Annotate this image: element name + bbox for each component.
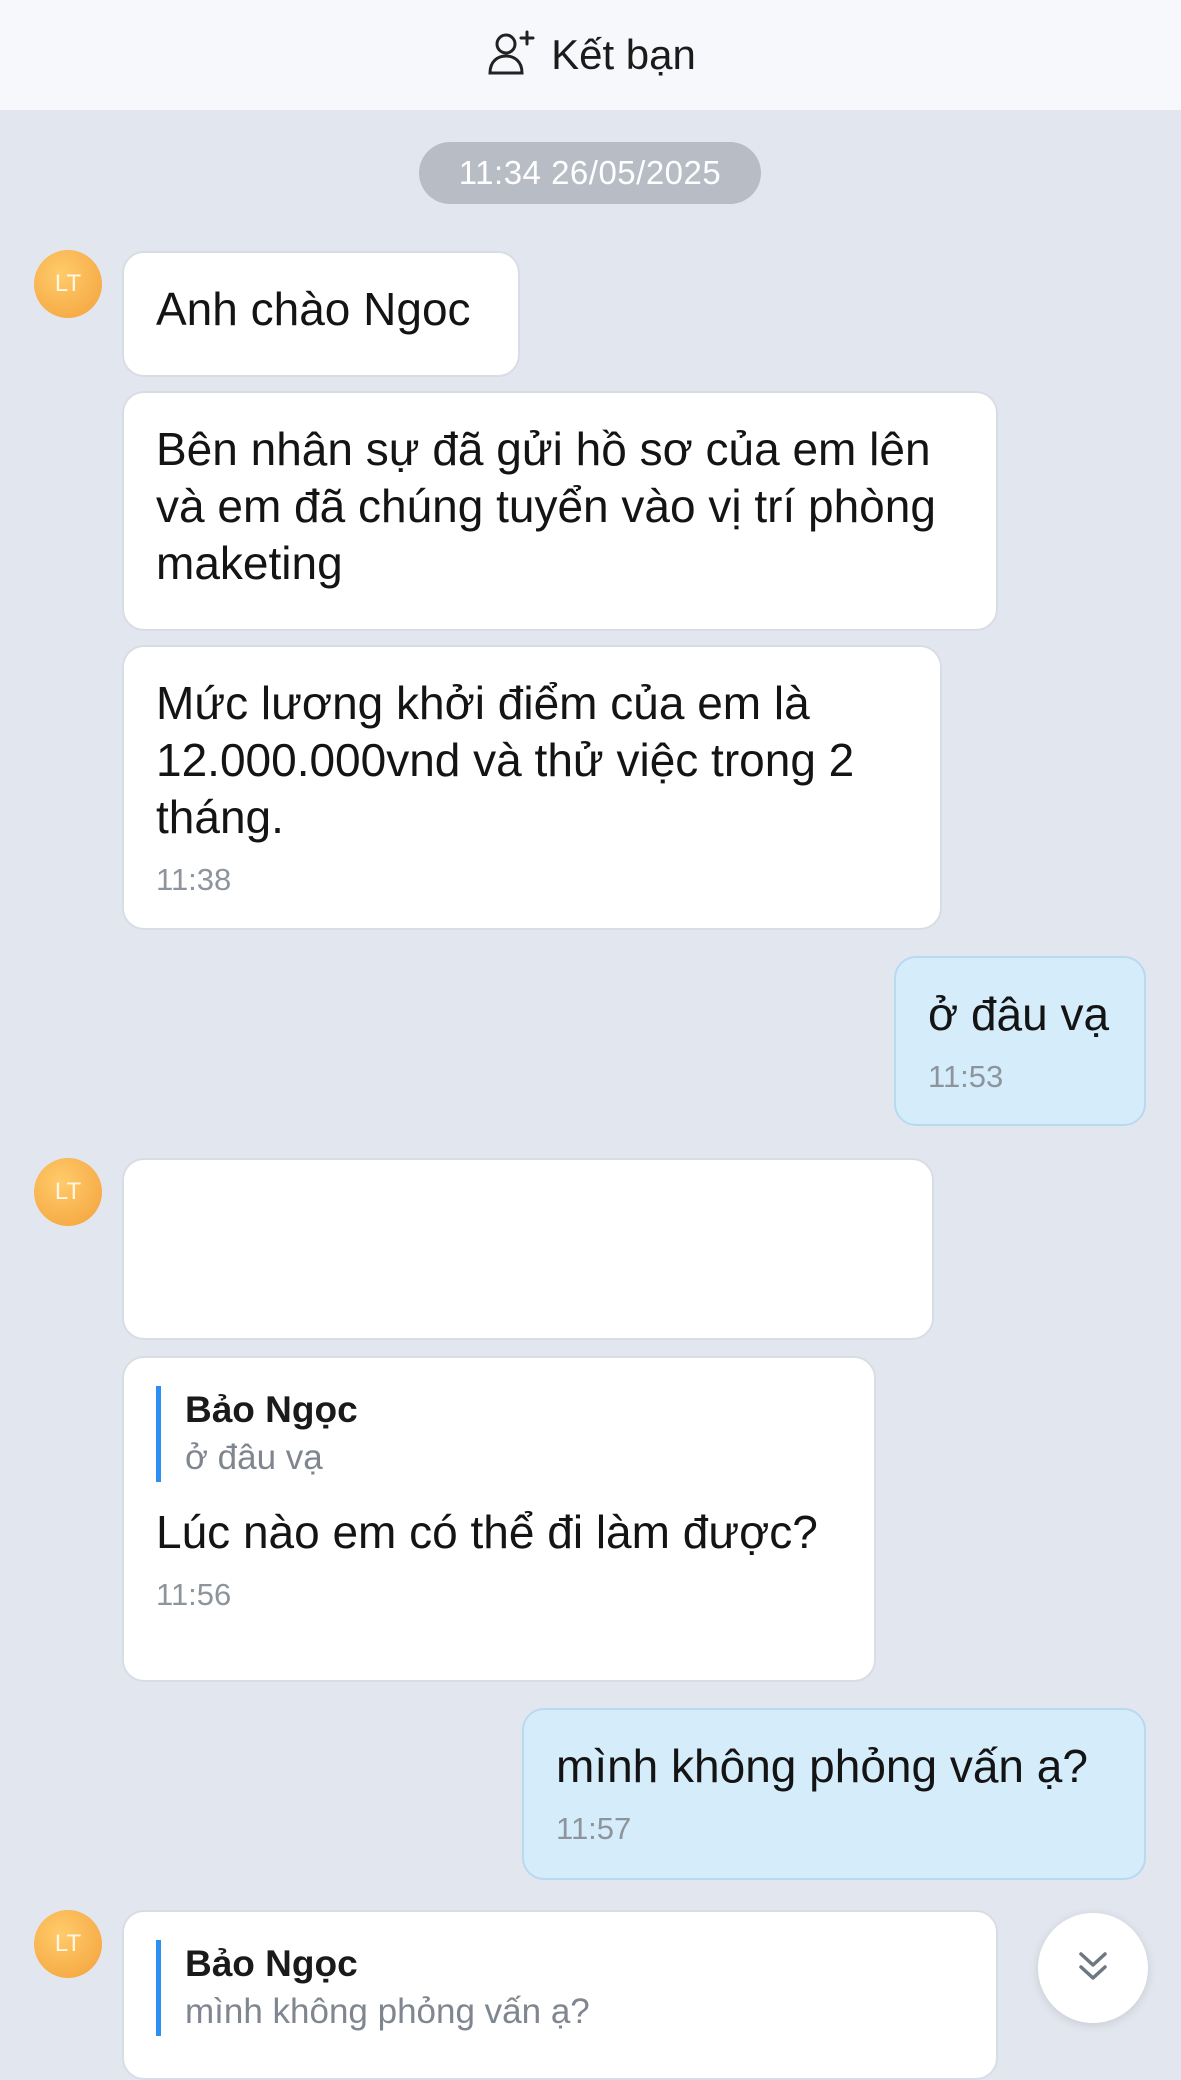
quoted-message[interactable]: Bảo Ngọc mình không phỏng vấn ạ? [156, 1940, 964, 2036]
message-text: mình không phỏng vấn ạ? [556, 1740, 1088, 1792]
reply-message-bubble[interactable]: Bảo Ngọc ở đâu vạ Lúc nào em có thể đi l… [122, 1356, 876, 1682]
quoted-sender: Bảo Ngọc [185, 1389, 358, 1430]
quoted-sender: Bảo Ngọc [185, 1943, 358, 1984]
message-text: Anh chào Ngoc [156, 283, 471, 335]
message-time: 11:57 [556, 1811, 632, 1846]
contact-avatar[interactable]: LT [34, 250, 102, 318]
double-chevron-down-icon [1073, 1946, 1113, 1991]
message-bubble[interactable] [122, 1158, 934, 1340]
my-message-bubble[interactable]: ở đâu vạ 11:53 [894, 956, 1146, 1126]
avatar-initials: LT [54, 270, 82, 297]
reply-message-bubble[interactable]: Bảo Ngọc mình không phỏng vấn ạ? [122, 1910, 998, 2080]
quoted-text: ở đâu vạ [185, 1438, 323, 1477]
avatar-initials: LT [54, 1178, 82, 1205]
top-bar: Kết bạn [0, 0, 1181, 110]
message-time: 11:56 [156, 1577, 232, 1612]
contact-avatar[interactable]: LT [34, 1158, 102, 1226]
message-text: Lúc nào em có thể đi làm được? [156, 1506, 818, 1558]
quoted-message[interactable]: Bảo Ngọc ở đâu vạ [156, 1386, 842, 1482]
quoted-text: mình không phỏng vấn ạ? [185, 1992, 590, 2031]
message-text: ở đâu vạ [928, 988, 1110, 1040]
date-separator: 11:34 26/05/2025 [419, 142, 761, 204]
message-time: 11:53 [928, 1059, 1004, 1094]
my-message-bubble[interactable]: mình không phỏng vấn ạ? 11:57 [522, 1708, 1146, 1880]
message-bubble[interactable]: Anh chào Ngoc [122, 251, 520, 377]
add-friend-label: Kết bạn [551, 31, 696, 78]
message-time: 11:38 [156, 862, 232, 897]
add-friend-button[interactable]: Kết bạn [485, 27, 696, 84]
message-text: Bên nhân sự đã gửi hồ sơ của em lên và e… [156, 423, 936, 589]
avatar-initials: LT [54, 1930, 82, 1957]
message-bubble[interactable]: Bên nhân sự đã gửi hồ sơ của em lên và e… [122, 391, 998, 631]
message-text: Mức lương khởi điểm của em là 12.000.000… [156, 677, 855, 843]
message-bubble[interactable]: Mức lương khởi điểm của em là 12.000.000… [122, 645, 942, 930]
contact-avatar[interactable]: LT [34, 1910, 102, 1978]
scroll-to-bottom-button[interactable] [1038, 1913, 1148, 2023]
add-user-icon [485, 27, 537, 84]
